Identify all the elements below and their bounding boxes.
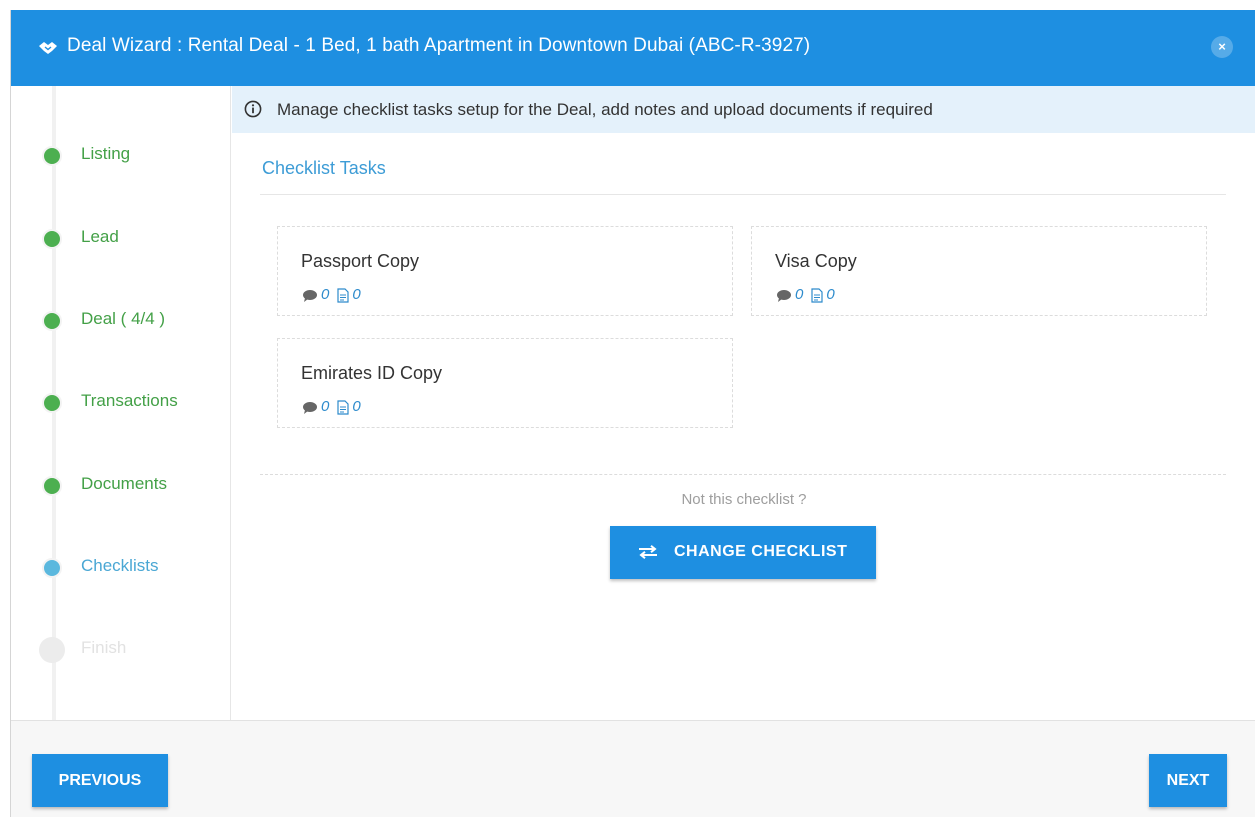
step-label: Listing bbox=[81, 144, 131, 163]
step-finish: Finish bbox=[37, 637, 227, 667]
comment-count: 0 bbox=[321, 398, 330, 415]
info-banner: Manage checklist tasks setup for the Dea… bbox=[232, 86, 1255, 133]
not-this-checklist-text: Not this checklist ? bbox=[681, 491, 807, 508]
step-status-dot bbox=[42, 229, 62, 249]
wizard-steps: Listing Lead Deal ( 4/4 ) Transactions D… bbox=[11, 86, 231, 720]
task-name: Passport Copy bbox=[301, 251, 420, 271]
change-checklist-button[interactable]: CHANGE CHECKLIST bbox=[610, 526, 876, 579]
info-circle-icon bbox=[244, 100, 262, 118]
step-checklists[interactable]: Checklists bbox=[37, 555, 227, 585]
step-documents[interactable]: Documents bbox=[37, 473, 227, 503]
step-label: Checklists bbox=[81, 556, 159, 575]
comment-icon bbox=[303, 289, 317, 302]
step-listing[interactable]: Listing bbox=[37, 143, 227, 173]
step-label: Lead bbox=[81, 227, 119, 246]
step-status-dot bbox=[42, 476, 62, 496]
step-label: Finish bbox=[81, 638, 127, 657]
step-status-dot bbox=[39, 637, 65, 663]
step-label: Transactions bbox=[81, 391, 178, 410]
change-checklist-label: CHANGE CHECKLIST bbox=[674, 543, 848, 560]
next-button[interactable]: NEXT bbox=[1149, 754, 1227, 807]
step-status-dot bbox=[42, 146, 62, 166]
checklist-divider bbox=[260, 474, 1226, 475]
handshake-icon bbox=[39, 42, 57, 54]
step-status-dot bbox=[42, 393, 62, 413]
section-title: Checklist Tasks bbox=[262, 158, 386, 178]
step-label: Documents bbox=[81, 474, 167, 493]
task-card-emirates-id-copy[interactable]: Emirates ID Copy 00 bbox=[277, 338, 733, 428]
step-transactions[interactable]: Transactions bbox=[37, 390, 227, 420]
document-count: 0 bbox=[352, 286, 361, 303]
task-meta: 00 bbox=[302, 286, 369, 303]
checklist-panel: Manage checklist tasks setup for the Dea… bbox=[232, 86, 1255, 720]
close-button[interactable]: × bbox=[1211, 36, 1233, 58]
step-deal[interactable]: Deal ( 4/4 ) bbox=[37, 308, 227, 338]
document-icon bbox=[811, 287, 823, 303]
task-name: Visa Copy bbox=[775, 251, 857, 271]
comment-count: 0 bbox=[321, 286, 330, 303]
deal-wizard-dialog: Deal Wizard : Rental Deal - 1 Bed, 1 bat… bbox=[10, 10, 1255, 817]
info-text: Manage checklist tasks setup for the Dea… bbox=[277, 100, 933, 119]
comment-icon bbox=[303, 401, 317, 414]
dialog-header: Deal Wizard : Rental Deal - 1 Bed, 1 bat… bbox=[11, 10, 1255, 86]
step-lead[interactable]: Lead bbox=[37, 226, 227, 256]
document-count: 0 bbox=[826, 286, 835, 303]
task-card-visa-copy[interactable]: Visa Copy 00 bbox=[751, 226, 1207, 316]
exchange-icon bbox=[639, 545, 657, 559]
step-label: Deal ( 4/4 ) bbox=[81, 309, 166, 328]
section-divider bbox=[260, 194, 1226, 195]
document-count: 0 bbox=[352, 398, 361, 415]
task-meta: 00 bbox=[302, 398, 369, 415]
task-name: Emirates ID Copy bbox=[301, 363, 443, 383]
dialog-title: Deal Wizard : Rental Deal - 1 Bed, 1 bat… bbox=[67, 35, 811, 56]
previous-button[interactable]: PREVIOUS bbox=[32, 754, 168, 807]
step-status-dot bbox=[42, 558, 62, 578]
document-icon bbox=[337, 399, 349, 415]
task-meta: 00 bbox=[776, 286, 843, 303]
comment-icon bbox=[777, 289, 791, 302]
step-status-dot bbox=[42, 311, 62, 331]
task-card-passport-copy[interactable]: Passport Copy 00 bbox=[277, 226, 733, 316]
dialog-footer: PREVIOUS NEXT bbox=[11, 720, 1255, 817]
comment-count: 0 bbox=[795, 286, 804, 303]
document-icon bbox=[337, 287, 349, 303]
